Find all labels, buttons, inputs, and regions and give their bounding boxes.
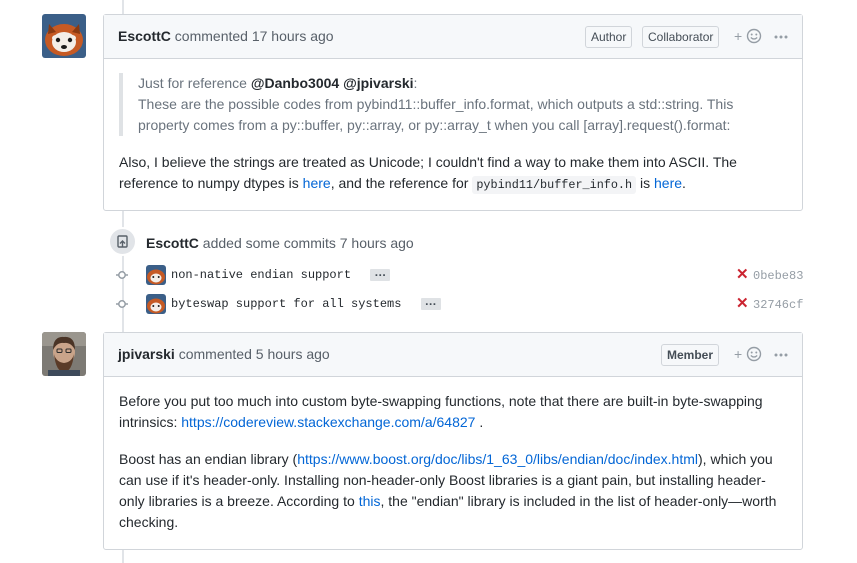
- comment-paragraph: Before you put too much into custom byte…: [119, 391, 787, 433]
- repo-push-icon: [117, 235, 128, 248]
- avatar-escottc[interactable]: [42, 14, 86, 58]
- comment-timestamp[interactable]: 17 hours ago: [252, 28, 334, 44]
- x-icon[interactable]: ✕: [736, 267, 749, 283]
- comment-author[interactable]: EscottC: [118, 28, 171, 44]
- event-time[interactable]: 7 hours ago: [340, 235, 414, 251]
- comment-paragraph: Boost has an endian library (https://www…: [119, 449, 787, 533]
- quote-text: These are the possible codes from pybind…: [138, 96, 734, 133]
- para-text-2: , and the reference for: [330, 175, 469, 191]
- git-commit-icon: [116, 300, 128, 308]
- this-link[interactable]: this: [359, 493, 381, 509]
- smiley-icon: [747, 28, 762, 44]
- commits-event: EscottC added some commits 7 hours ago: [146, 235, 414, 251]
- more-options-button[interactable]: [774, 23, 788, 43]
- comment-header: EscottC commented 17 hours ago Author Co…: [104, 15, 802, 59]
- expand-commit-button[interactable]: …: [420, 295, 441, 310]
- comment-box-jpivarski: jpivarski commented 5 hours ago Member +…: [103, 332, 803, 550]
- comment-timestamp[interactable]: 5 hours ago: [256, 346, 330, 362]
- comment-action: commented: [178, 346, 252, 362]
- push-event-badge: [108, 227, 137, 256]
- commit-row: byteswap support for all systems … ✕ 327…: [108, 294, 808, 316]
- event-text: added some commits: [202, 235, 336, 251]
- para-end: .: [682, 175, 686, 191]
- p2-text-1: Boost has an endian library (: [119, 451, 298, 467]
- event-author[interactable]: EscottC: [146, 235, 199, 251]
- numpy-dtypes-link[interactable]: here: [303, 175, 331, 191]
- inline-code: pybind11/buffer_info.h: [472, 176, 637, 194]
- avatar-jpivarski[interactable]: [42, 332, 86, 376]
- quote-colon: :: [413, 75, 418, 91]
- member-badge: Member: [661, 344, 720, 366]
- codereview-link[interactable]: https://codereview.stackexchange.com/a/6…: [181, 414, 475, 430]
- add-reaction-button[interactable]: +: [734, 27, 762, 46]
- kebab-horizontal-icon: [774, 35, 788, 39]
- git-commit-icon: [116, 271, 128, 279]
- comment-body: Before you put too much into custom byte…: [104, 377, 802, 533]
- quote-block: Just for reference @Danbo3004 @jpivarski…: [119, 73, 787, 136]
- x-icon[interactable]: ✕: [736, 296, 749, 312]
- add-reaction-button[interactable]: +: [734, 345, 762, 364]
- collaborator-badge: Collaborator: [642, 26, 720, 48]
- commit-message[interactable]: byteswap support for all systems: [171, 297, 401, 311]
- kebab-horizontal-icon: [774, 353, 788, 357]
- comment-author[interactable]: jpivarski: [118, 346, 175, 362]
- commit-author-avatar[interactable]: [146, 294, 166, 314]
- expand-commit-button[interactable]: …: [370, 266, 391, 281]
- commit-author-avatar[interactable]: [146, 265, 166, 285]
- more-options-button[interactable]: [774, 341, 788, 361]
- commit-sha[interactable]: 32746cf: [753, 298, 803, 312]
- smiley-icon: [747, 346, 762, 362]
- para-text-3: is: [639, 175, 651, 191]
- comment-body: Just for reference @Danbo3004 @jpivarski…: [104, 59, 802, 196]
- p1-end: .: [479, 414, 484, 430]
- comment-header: jpivarski commented 5 hours ago Member +: [104, 333, 802, 377]
- comment-paragraph: Also, I believe the strings are treated …: [119, 152, 787, 196]
- commit-message[interactable]: non-native endian support: [171, 268, 351, 282]
- quote-intro: Just for reference: [138, 75, 247, 91]
- comment-action: commented: [174, 28, 248, 44]
- buffer-info-link[interactable]: here: [654, 175, 682, 191]
- boost-endian-link[interactable]: https://www.boost.org/doc/libs/1_63_0/li…: [297, 451, 698, 467]
- comment-box-escottc: EscottC commented 17 hours ago Author Co…: [103, 14, 803, 211]
- commit-sha[interactable]: 0bebe83: [753, 269, 803, 283]
- quote-mentions[interactable]: @Danbo3004 @jpivarski: [251, 75, 414, 91]
- author-badge: Author: [585, 26, 633, 48]
- commit-row: non-native endian support … ✕ 0bebe83: [108, 265, 808, 287]
